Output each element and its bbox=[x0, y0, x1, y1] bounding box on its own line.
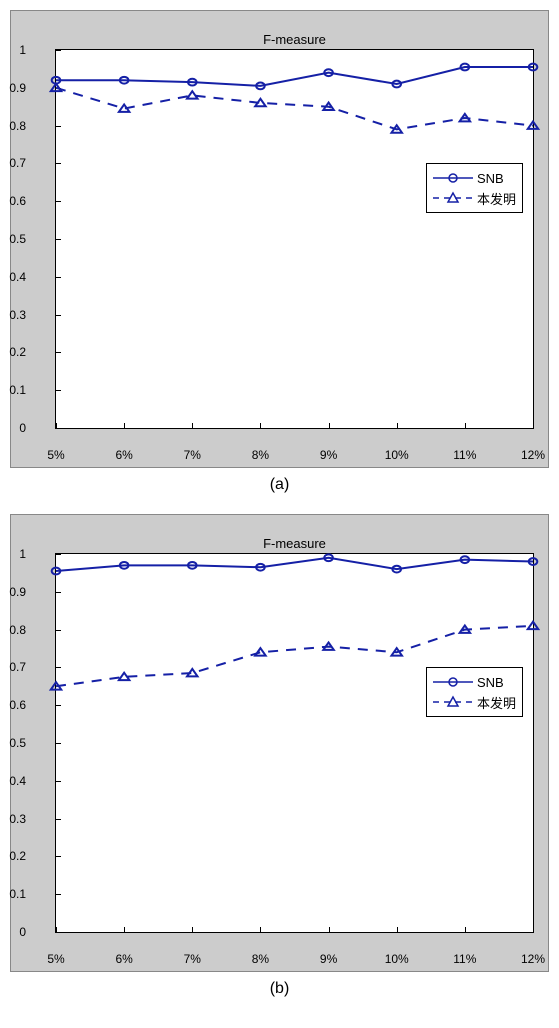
legend: SNB 本发明 bbox=[426, 667, 523, 717]
y-tick-label: 0.2 bbox=[9, 849, 26, 863]
legend-label: SNB bbox=[477, 675, 504, 690]
x-tick-label: 8% bbox=[252, 952, 269, 966]
y-tick-label: 0.6 bbox=[9, 194, 26, 208]
y-tick-label: 0.9 bbox=[9, 585, 26, 599]
y-tick-label: 0.3 bbox=[9, 308, 26, 322]
x-tick-label: 11% bbox=[453, 952, 476, 966]
legend-row: SNB bbox=[433, 672, 516, 692]
y-tick-label: 0.6 bbox=[9, 698, 26, 712]
y-tick-label: 0 bbox=[19, 925, 26, 939]
chart-panel-b: F-measure 0 0.1 0.2 0.3 0.4 0.5 0.6 0.7 0.8 0.9 1 5%… bbox=[10, 514, 549, 972]
chart-title: F-measure bbox=[56, 536, 533, 551]
triangle-marker-icon bbox=[528, 622, 538, 629]
triangle-marker-icon bbox=[255, 648, 265, 655]
y-tick-label: 0.7 bbox=[9, 156, 26, 170]
x-tick-label: 7% bbox=[184, 952, 201, 966]
triangle-marker-icon bbox=[187, 669, 197, 676]
y-tick-label: 0.1 bbox=[9, 887, 26, 901]
y-tick-label: 1 bbox=[19, 43, 26, 57]
x-tick-label: 6% bbox=[115, 952, 132, 966]
x-tick-label: 5% bbox=[47, 952, 64, 966]
chart-title: F-measure bbox=[56, 32, 533, 47]
legend-label: 本发明 bbox=[477, 189, 516, 208]
legend-row: 本发明 bbox=[433, 188, 516, 208]
x-tick-label: 10% bbox=[385, 952, 409, 966]
subplot-label: (a) bbox=[10, 476, 549, 494]
legend-label: 本发明 bbox=[477, 693, 516, 712]
y-tick-label: 0.8 bbox=[9, 119, 26, 133]
y-tick-label: 0.5 bbox=[9, 736, 26, 750]
triangle-marker-icon bbox=[119, 673, 129, 680]
y-tick-label: 0.8 bbox=[9, 623, 26, 637]
x-tick-label: 7% bbox=[184, 448, 201, 462]
triangle-marker-icon bbox=[187, 91, 197, 98]
legend-swatch-icon bbox=[433, 191, 473, 205]
x-tick-label: 8% bbox=[252, 448, 269, 462]
y-tick-label: 0.1 bbox=[9, 383, 26, 397]
y-tick-label: 0 bbox=[19, 421, 26, 435]
y-tick-label: 0.4 bbox=[9, 774, 26, 788]
y-tick-label: 0.4 bbox=[9, 270, 26, 284]
triangle-marker-icon bbox=[119, 104, 129, 111]
legend-row: SNB bbox=[433, 168, 516, 188]
x-tick-label: 6% bbox=[115, 448, 132, 462]
x-tick-label: 12% bbox=[521, 448, 545, 462]
x-tick-label: 10% bbox=[385, 448, 409, 462]
chart-panel-a: F-measure 0 0.1 0.2 0.3 0.4 0.5 0.6 0.7 0.8 0.9 1 5%… bbox=[10, 10, 549, 468]
y-tick-label: 0.5 bbox=[9, 232, 26, 246]
legend-swatch-icon bbox=[433, 171, 473, 185]
y-tick-label: 0.7 bbox=[9, 660, 26, 674]
x-tick-label: 11% bbox=[453, 448, 476, 462]
y-tick-label: 1 bbox=[19, 547, 26, 561]
legend-swatch-icon bbox=[433, 675, 473, 689]
legend: SNB 本发明 bbox=[426, 163, 523, 213]
triangle-marker-icon bbox=[255, 99, 265, 106]
x-tick-label: 9% bbox=[320, 448, 337, 462]
x-tick-label: 12% bbox=[521, 952, 545, 966]
y-tick-label: 0.9 bbox=[9, 81, 26, 95]
legend-row: 本发明 bbox=[433, 692, 516, 712]
y-tick-label: 0.2 bbox=[9, 345, 26, 359]
plot-area: F-measure00.10.20.30.40.50.60.70.80.915%… bbox=[55, 553, 534, 933]
x-tick-label: 5% bbox=[47, 448, 64, 462]
y-tick-label: 0.3 bbox=[9, 812, 26, 826]
legend-label: SNB bbox=[477, 171, 504, 186]
plot-area: F-measure00.10.20.30.40.50.60.70.80.915%… bbox=[55, 49, 534, 429]
x-tick-label: 9% bbox=[320, 952, 337, 966]
triangle-marker-icon bbox=[51, 84, 61, 91]
subplot-label: (b) bbox=[10, 980, 549, 998]
legend-swatch-icon bbox=[433, 695, 473, 709]
